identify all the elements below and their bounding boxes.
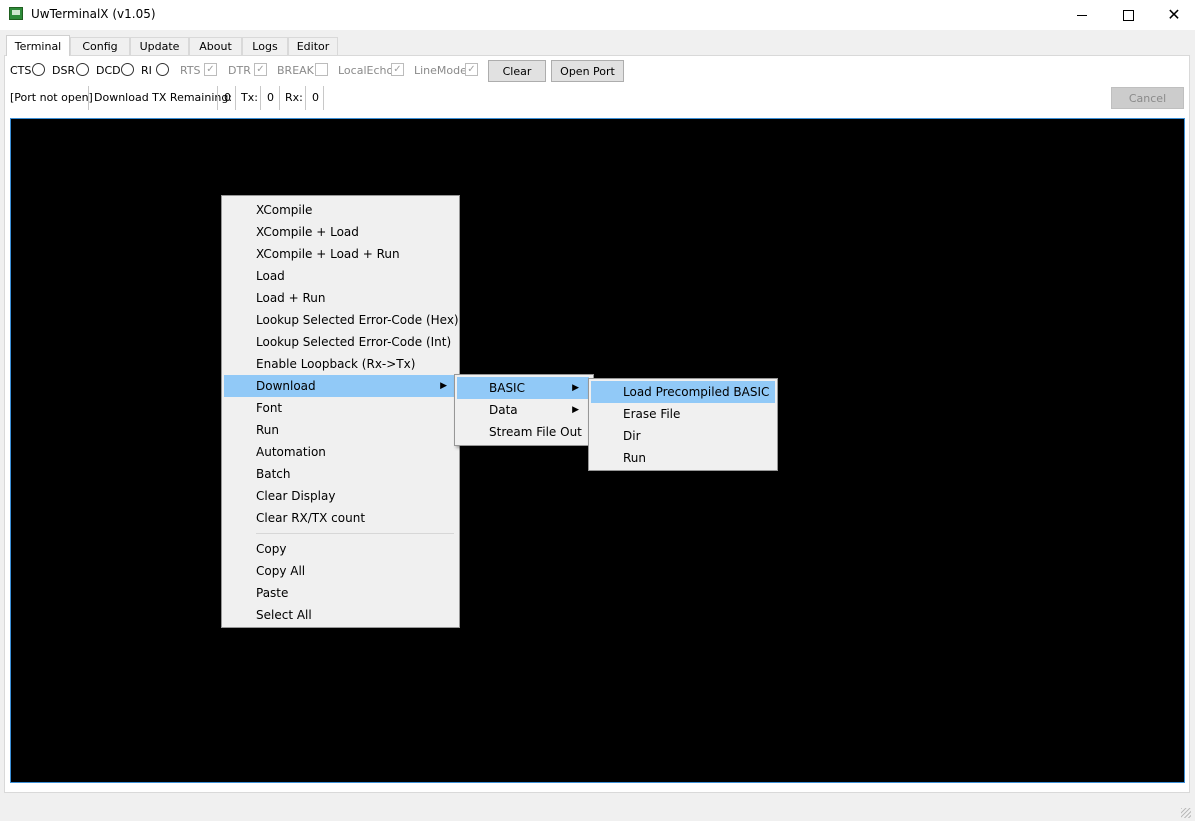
submenu-item-run[interactable]: Run <box>591 447 775 469</box>
maximize-button[interactable] <box>1105 0 1151 30</box>
rx-value: 0 <box>312 91 319 104</box>
ri-label: RI <box>141 64 152 77</box>
menu-item-font[interactable]: Font <box>224 397 457 419</box>
status-bar <box>0 798 1195 821</box>
divider <box>279 86 280 110</box>
clear-button[interactable]: Clear <box>488 60 546 82</box>
submenu-arrow-icon: ▶ <box>572 405 579 415</box>
cts-indicator <box>32 63 45 76</box>
download-remaining-label: Download TX Remaining: <box>94 91 233 104</box>
cancel-button[interactable]: Cancel <box>1111 87 1184 109</box>
submenu-item-stream-file-out[interactable]: Stream File Out <box>457 421 589 443</box>
menu-item-lookup-error-hex[interactable]: Lookup Selected Error-Code (Hex) <box>224 309 459 331</box>
submenu-item-data[interactable]: Data ▶ <box>457 399 589 421</box>
rts-label: RTS <box>180 64 201 77</box>
local-echo-checkbox[interactable]: ✓ <box>391 63 404 76</box>
menu-item-run[interactable]: Run <box>224 419 457 441</box>
dcd-indicator <box>121 63 134 76</box>
context-menu: XCompile XCompile + Load XCompile + Load… <box>221 195 460 628</box>
tx-value: 0 <box>267 91 274 104</box>
tab-logs[interactable]: Logs <box>242 37 288 55</box>
divider <box>260 86 261 110</box>
dtr-checkbox[interactable]: ✓ <box>254 63 267 76</box>
menu-item-xcompile[interactable]: XCompile <box>224 199 457 221</box>
submenu-item-basic[interactable]: BASIC ▶ <box>457 377 589 399</box>
divider <box>323 86 324 110</box>
divider <box>217 86 218 110</box>
resize-grip-icon[interactable] <box>1181 808 1191 818</box>
dcd-label: DCD <box>96 64 121 77</box>
title-bar: UwTerminalX (v1.05) ✕ <box>0 0 1195 30</box>
rts-checkbox[interactable]: ✓ <box>204 63 217 76</box>
menu-separator <box>256 533 454 534</box>
menu-item-automation[interactable]: Automation <box>224 441 457 463</box>
menu-item-paste[interactable]: Paste <box>224 582 457 604</box>
menu-item-clear-rx-tx-count[interactable]: Clear RX/TX count <box>224 507 457 529</box>
submenu-item-load-precompiled-basic[interactable]: Load Precompiled BASIC <box>591 381 775 403</box>
download-submenu: BASIC ▶ Data ▶ Stream File Out <box>454 374 594 446</box>
submenu-item-dir[interactable]: Dir <box>591 425 775 447</box>
divider <box>305 86 306 110</box>
window-title: UwTerminalX (v1.05) <box>31 7 156 21</box>
menu-item-load-run[interactable]: Load + Run <box>224 287 457 309</box>
submenu-arrow-icon: ▶ <box>572 383 579 393</box>
line-mode-label: LineMode <box>414 64 467 77</box>
local-echo-label: LocalEcho <box>338 64 394 77</box>
minimize-button[interactable] <box>1059 0 1105 30</box>
tab-config[interactable]: Config <box>70 37 130 55</box>
dsr-indicator <box>76 63 89 76</box>
menu-item-enable-loopback[interactable]: Enable Loopback (Rx->Tx) <box>224 353 457 375</box>
menu-item-batch[interactable]: Batch <box>224 463 457 485</box>
break-checkbox[interactable] <box>315 63 328 76</box>
close-icon: ✕ <box>1167 5 1181 24</box>
minimize-icon <box>1077 14 1087 16</box>
divider <box>88 86 89 110</box>
basic-submenu: Load Precompiled BASIC Erase File Dir Ru… <box>588 378 778 471</box>
menu-item-download[interactable]: Download ▶ <box>224 375 457 397</box>
menu-item-xcompile-load[interactable]: XCompile + Load <box>224 221 457 243</box>
menu-item-copy-all[interactable]: Copy All <box>224 560 457 582</box>
submenu-arrow-icon: ▶ <box>440 381 447 391</box>
close-button[interactable]: ✕ <box>1151 0 1195 30</box>
cts-label: CTS <box>10 64 32 77</box>
dtr-label: DTR <box>228 64 251 77</box>
tab-update[interactable]: Update <box>130 37 189 55</box>
ri-indicator <box>156 63 169 76</box>
break-label: BREAK <box>277 64 314 77</box>
menu-item-load[interactable]: Load <box>224 265 457 287</box>
maximize-icon <box>1122 9 1134 21</box>
line-mode-checkbox[interactable]: ✓ <box>465 63 478 76</box>
submenu-item-erase-file[interactable]: Erase File <box>591 403 775 425</box>
menu-item-copy[interactable]: Copy <box>224 538 457 560</box>
rx-label: Rx: <box>285 91 303 104</box>
open-port-button[interactable]: Open Port <box>551 60 624 82</box>
menu-item-clear-display[interactable]: Clear Display <box>224 485 457 507</box>
menu-item-xcompile-load-run[interactable]: XCompile + Load + Run <box>224 243 457 265</box>
divider <box>235 86 236 110</box>
menu-item-lookup-error-int[interactable]: Lookup Selected Error-Code (Int) <box>224 331 457 353</box>
tab-terminal[interactable]: Terminal <box>6 35 70 56</box>
dsr-label: DSR <box>52 64 76 77</box>
tab-about[interactable]: About <box>189 37 242 55</box>
app-icon <box>9 7 23 20</box>
tx-label: Tx: <box>241 91 258 104</box>
port-status: [Port not open] <box>10 91 93 104</box>
menu-item-select-all[interactable]: Select All <box>224 604 457 626</box>
download-remaining-value: 0 <box>224 91 231 104</box>
tab-editor[interactable]: Editor <box>288 37 338 55</box>
